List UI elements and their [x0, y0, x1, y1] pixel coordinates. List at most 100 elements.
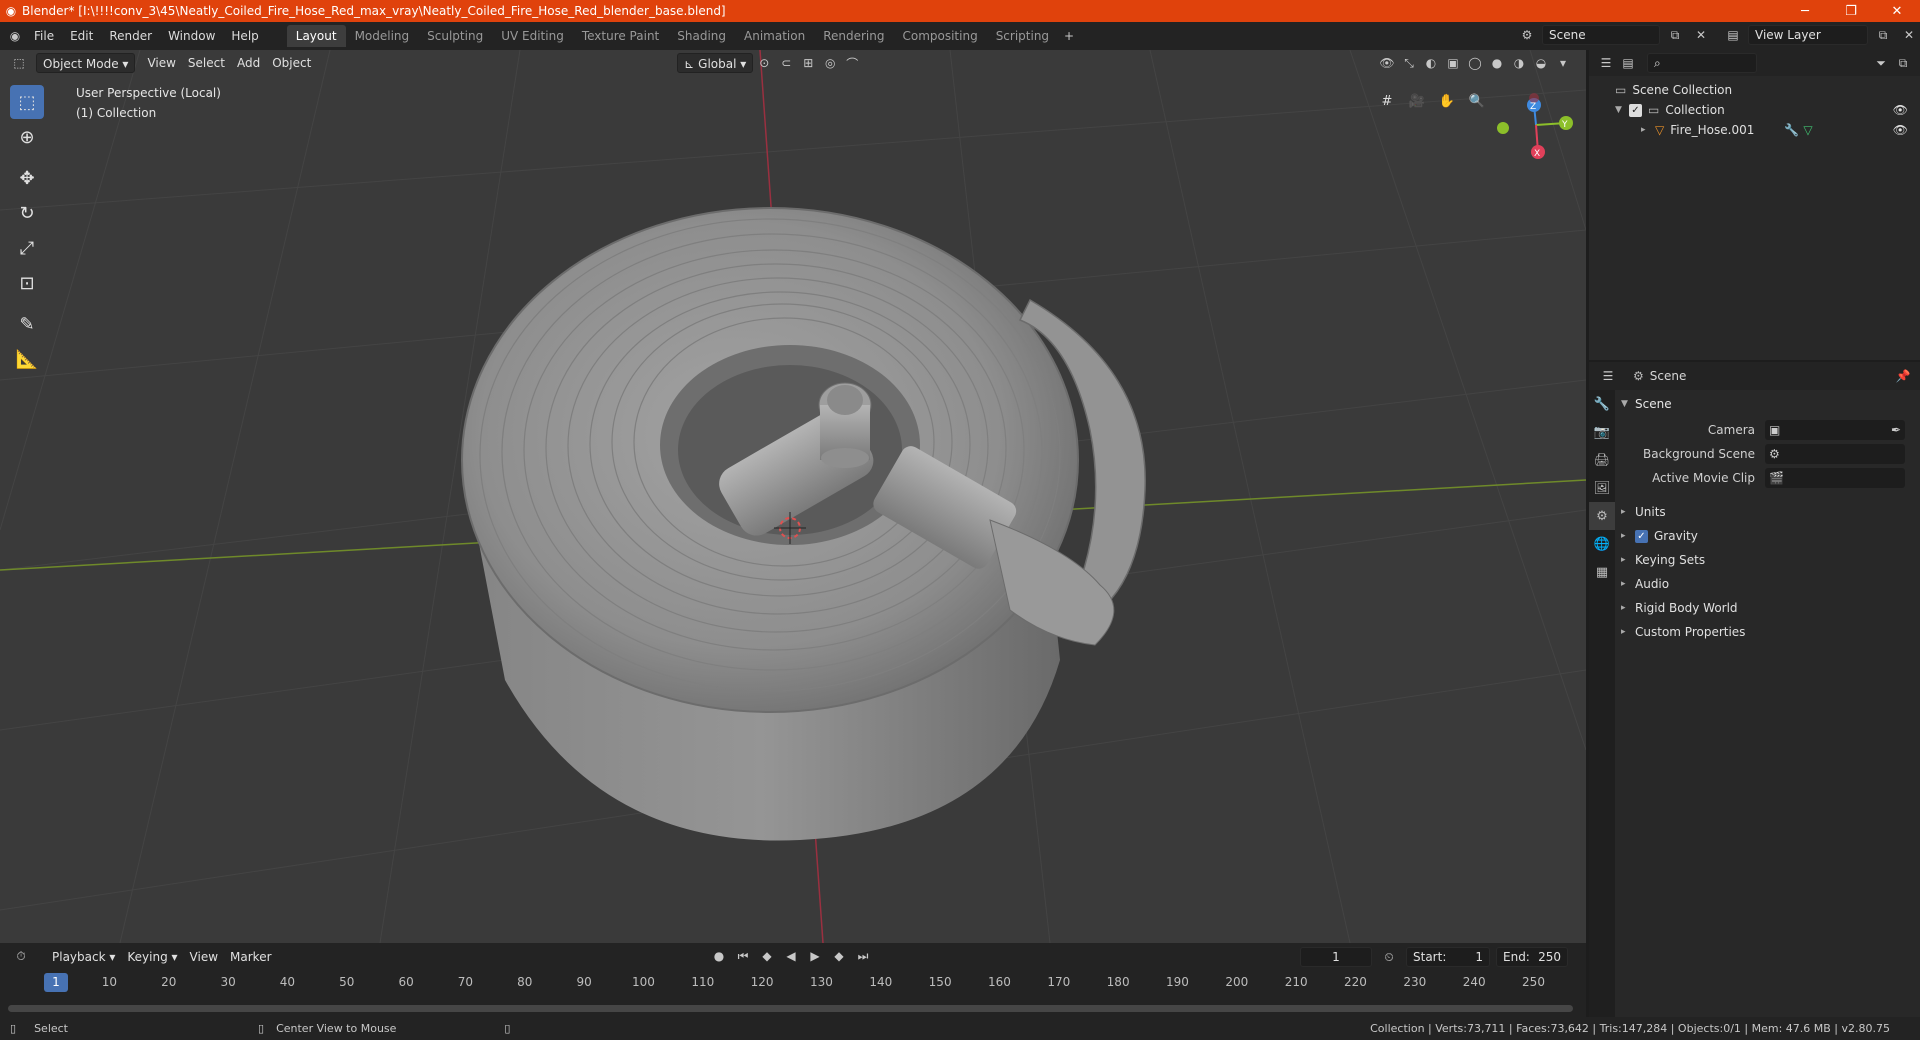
menu-object[interactable]: Object [266, 53, 317, 73]
menu-playback[interactable]: Playback ▾ [46, 947, 121, 967]
expand-object-icon[interactable]: ▸ [1641, 120, 1655, 140]
timeline-editor-type-icon[interactable]: ⏱ [10, 947, 32, 967]
outliner-editor-type-icon[interactable]: ☰ [1595, 53, 1617, 73]
toggle-grid-icon[interactable]: # [1374, 88, 1400, 114]
end-frame-field[interactable]: End: 250 [1496, 947, 1568, 967]
current-frame-marker[interactable]: 1 [44, 973, 68, 992]
outliner-collection[interactable]: ▼ ✓ ▭ Collection 👁 [1589, 100, 1920, 120]
filter-icon[interactable]: ⏷ [1870, 53, 1892, 73]
material-shading-icon[interactable]: ◑ [1508, 53, 1530, 73]
transform-tool-icon[interactable]: ⊡ [10, 266, 44, 300]
menu-window[interactable]: Window [160, 25, 223, 47]
view-layer-icon[interactable]: ▤ [1722, 25, 1744, 45]
scene-selector-icon[interactable]: ⚙ [1516, 25, 1538, 45]
overlay-icon[interactable]: ◐ [1420, 53, 1442, 73]
collapse-scene-panel-icon[interactable]: ▼ [1621, 392, 1635, 416]
scale-tool-icon[interactable]: ⤢ [10, 231, 44, 265]
object-visibility-icon[interactable]: 👁 [1893, 120, 1908, 140]
navigation-gizmo[interactable]: Z Y X [1497, 93, 1573, 159]
keying-sets-panel[interactable]: ▸ Keying Sets [1621, 548, 1705, 572]
gravity-checkbox[interactable]: ✓ [1635, 529, 1648, 543]
scene-panel-header[interactable]: ▼ Scene [1621, 392, 1672, 416]
annotate-tool-icon[interactable]: ✎ [10, 307, 44, 341]
world-tab-icon[interactable]: 🌐 [1589, 530, 1615, 558]
menu-help[interactable]: Help [223, 25, 266, 47]
frame-ruler[interactable]: 10 20 30 40 50 60 70 80 90 100 110 120 130 140 150 160 1… [8, 973, 1578, 993]
menu-marker[interactable]: Marker [224, 947, 277, 967]
timeline-scrollbar[interactable] [8, 1005, 1573, 1012]
new-view-layer-icon[interactable]: ⧉ [1872, 25, 1894, 45]
tab-texture-paint[interactable]: Texture Paint [573, 25, 668, 47]
render-tab-icon[interactable]: 📷 [1589, 418, 1615, 446]
output-tab-icon[interactable]: 🖨 [1589, 446, 1615, 474]
rotate-tool-icon[interactable]: ↻ [10, 196, 44, 230]
tab-shading[interactable]: Shading [668, 25, 735, 47]
orientation-dropdown[interactable]: ⊾ Global ▾ [677, 53, 754, 73]
new-collection-icon[interactable]: ⧉ [1892, 53, 1914, 73]
object-mode-dropdown[interactable]: Object Mode ▾ [36, 53, 136, 73]
tool-tab-icon[interactable]: 🔧 [1589, 390, 1615, 418]
menu-render[interactable]: Render [101, 25, 160, 47]
restore-icon[interactable]: ❐ [1828, 0, 1874, 22]
eyedropper-icon[interactable]: ✒ [1891, 423, 1901, 437]
camera-field[interactable]: ▣ ✒ [1765, 420, 1905, 440]
menu-keying[interactable]: Keying ▾ [121, 947, 183, 967]
outliner-search-input[interactable]: ⌕ [1647, 53, 1757, 73]
minimize-icon[interactable]: ─ [1782, 0, 1828, 22]
rendered-shading-icon[interactable]: ◒ [1530, 53, 1552, 73]
cursor-tool-icon[interactable]: ⊕ [10, 120, 44, 154]
texture-tab-icon[interactable]: ▦ [1589, 558, 1615, 586]
pivot-icon[interactable]: ⊙ [753, 53, 775, 73]
properties-editor-type-icon[interactable]: ☰ [1597, 366, 1619, 386]
visibility-icon[interactable]: 👁 [1376, 53, 1398, 73]
tab-scripting[interactable]: Scripting [987, 25, 1058, 47]
add-workspace-icon[interactable]: + [1058, 26, 1080, 46]
menu-edit[interactable]: Edit [62, 25, 101, 47]
menu-view[interactable]: View [141, 53, 181, 73]
expand-keying-sets-icon[interactable]: ▸ [1621, 548, 1635, 572]
active-movie-clip-field[interactable]: 🎬 [1765, 468, 1905, 488]
start-frame-field[interactable]: Start: 1 [1406, 947, 1490, 967]
editor-type-icon[interactable]: ⬚ [8, 53, 30, 73]
record-icon[interactable]: ● [708, 946, 730, 966]
view-layer-tab-icon[interactable]: 🖼 [1589, 474, 1615, 502]
camera-view-icon[interactable]: 🎥 [1404, 88, 1430, 114]
background-scene-field[interactable]: ⚙ [1765, 444, 1905, 464]
snap-icon[interactable]: ⊂ [775, 53, 797, 73]
scene-tab-icon[interactable]: ⚙ [1589, 502, 1615, 530]
menu-timeline-view[interactable]: View [184, 947, 224, 967]
view-layer-field[interactable]: View Layer [1748, 25, 1868, 45]
new-scene-icon[interactable]: ⧉ [1664, 25, 1686, 45]
rigid-body-world-panel[interactable]: ▸ Rigid Body World [1621, 596, 1738, 620]
tab-rendering[interactable]: Rendering [814, 25, 893, 47]
audio-panel[interactable]: ▸ Audio [1621, 572, 1669, 596]
xray-icon[interactable]: ▣ [1442, 53, 1464, 73]
jump-end-icon[interactable]: ⏭ [852, 946, 874, 966]
tab-sculpting[interactable]: Sculpting [418, 25, 492, 47]
display-mode-icon[interactable]: ▤ [1617, 53, 1639, 73]
expand-custom-properties-icon[interactable]: ▸ [1621, 620, 1635, 644]
select-box-tool-icon[interactable]: ⬚ [10, 85, 44, 119]
collection-visibility-icon[interactable]: 👁 [1893, 100, 1908, 120]
viewport-canvas[interactable]: Z Y X [0, 50, 1586, 943]
zoom-view-icon[interactable]: 🔍 [1464, 88, 1490, 114]
snap-target-icon[interactable]: ⊞ [797, 53, 819, 73]
tab-animation[interactable]: Animation [735, 25, 814, 47]
blender-menu-icon[interactable]: ◉ [4, 26, 26, 46]
shading-options-icon[interactable]: ▾ [1552, 53, 1574, 73]
play-reverse-icon[interactable]: ◀ [780, 946, 802, 966]
tab-compositing[interactable]: Compositing [893, 25, 986, 47]
tab-uv-editing[interactable]: UV Editing [492, 25, 573, 47]
fire-hose-model[interactable] [461, 207, 1146, 841]
pan-view-icon[interactable]: ✋ [1434, 88, 1460, 114]
outliner-object-row[interactable]: ▸ ▽ Fire_Hose.001 🔧 ▽ 👁 [1589, 120, 1920, 140]
outliner-scene-collection[interactable]: ▭ Scene Collection [1589, 80, 1920, 100]
expand-audio-icon[interactable]: ▸ [1621, 572, 1635, 596]
solid-shading-icon[interactable]: ● [1486, 53, 1508, 73]
falloff-icon[interactable]: ⌒ [841, 53, 863, 73]
expand-rigid-body-icon[interactable]: ▸ [1621, 596, 1635, 620]
3d-viewport[interactable]: Z Y X ⬚ Object Mode ▾ View Select Add Ob… [0, 50, 1586, 943]
preview-range-icon[interactable]: ⏲ [1378, 947, 1400, 967]
proportional-edit-icon[interactable]: ◎ [819, 53, 841, 73]
wireframe-shading-icon[interactable]: ◯ [1464, 53, 1486, 73]
